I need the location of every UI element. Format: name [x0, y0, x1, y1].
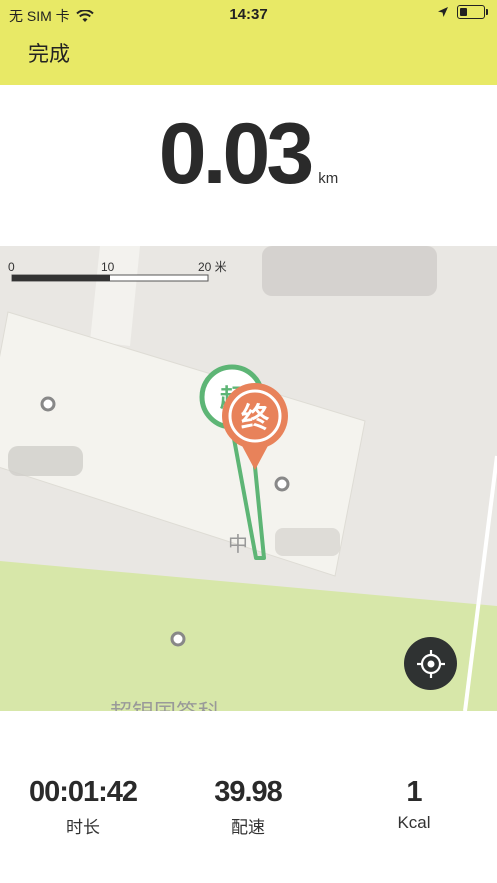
stat-pace-value: 39.98: [214, 776, 283, 808]
locate-icon: [416, 649, 445, 678]
stat-calories: 1 Kcal: [334, 776, 494, 833]
clock: 14:37: [229, 6, 268, 23]
stat-pace-label: 配速: [231, 818, 265, 837]
status-bar: 无 SIM 卡 14:37: [0, 0, 497, 28]
location-arrow-icon: [438, 7, 448, 17]
status-bar-right: [437, 5, 488, 19]
locate-button[interactable]: [404, 637, 457, 690]
map-label-mid: 中: [228, 532, 248, 556]
scale-label-0: 0: [8, 260, 15, 274]
stat-calories-label: Kcal: [397, 813, 431, 832]
distance-display: 0.03 km: [0, 105, 497, 204]
battery-icon: [457, 5, 488, 19]
distance-value: 0.03: [158, 106, 314, 202]
battery-level: [460, 8, 467, 16]
stats-row: 00:01:42 时长 39.98 配速 1 Kcal: [0, 776, 497, 846]
stat-pace: 39.98 配速: [168, 776, 328, 838]
stat-duration-label: 时长: [66, 818, 100, 837]
stat-duration: 00:01:42 时长: [3, 776, 163, 838]
stat-duration-value: 00:01:42: [28, 776, 138, 808]
scale-label-20: 20 米: [198, 260, 227, 274]
nav-bar: 完成: [0, 28, 497, 85]
distance-unit: km: [318, 170, 339, 187]
scale-label-10: 10: [101, 260, 115, 274]
end-marker-label: 终: [241, 401, 270, 434]
stat-calories-value: 1: [406, 776, 422, 808]
done-button[interactable]: 完成: [28, 38, 70, 68]
map-label-bottom: 超银国签科: [110, 701, 220, 711]
